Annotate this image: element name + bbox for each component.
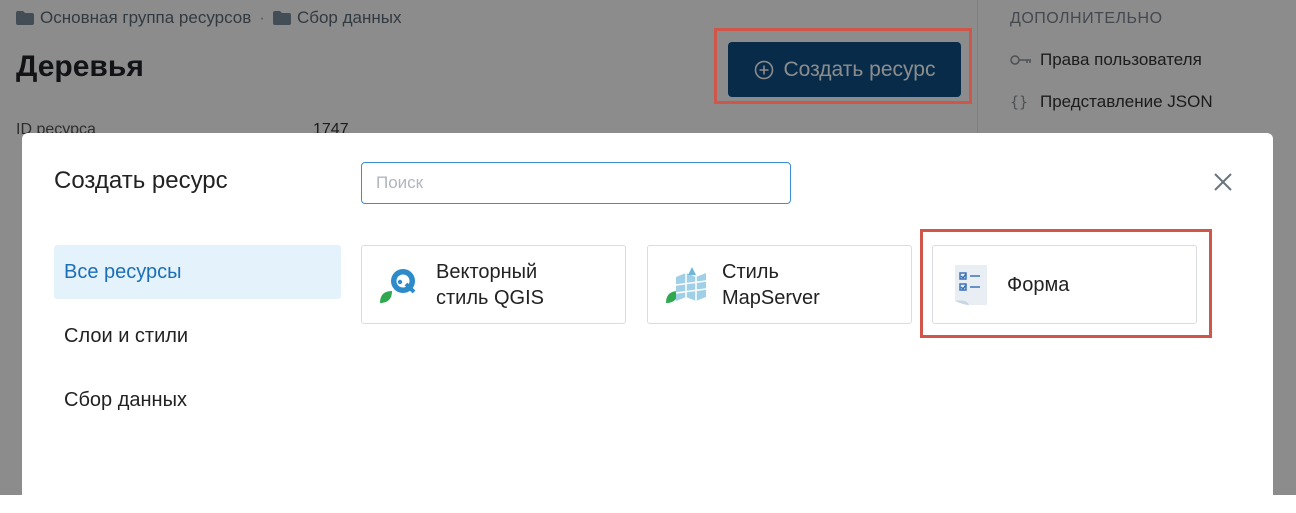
resource-card-label: Векторный стиль QGIS — [436, 260, 544, 309]
resource-card-mapserver-style[interactable]: Стиль MapServer — [647, 245, 912, 324]
resource-card-qgis-style[interactable]: Векторный стиль QGIS — [361, 245, 626, 324]
modal-title: Создать ресурс — [54, 167, 228, 194]
category-layers-styles[interactable]: Слои и стили — [54, 309, 341, 363]
resource-card-label: Форма — [1007, 273, 1070, 296]
close-icon[interactable] — [1210, 169, 1236, 195]
category-label: Все ресурсы — [64, 260, 182, 283]
category-label: Сбор данных — [64, 388, 187, 411]
create-resource-modal: Создать ресурс Все ресурсы Слои и стили … — [22, 133, 1273, 513]
category-data-collection[interactable]: Сбор данных — [54, 373, 341, 427]
search-input[interactable] — [361, 162, 791, 204]
form-icon — [955, 264, 987, 305]
category-all-resources[interactable]: Все ресурсы — [54, 245, 341, 299]
resource-card-label: Стиль MapServer — [722, 260, 820, 309]
mapserver-style-icon — [666, 266, 707, 303]
category-label: Слои и стили — [64, 324, 189, 347]
resource-card-form[interactable]: Форма — [932, 245, 1197, 324]
qgis-style-icon — [380, 268, 416, 303]
